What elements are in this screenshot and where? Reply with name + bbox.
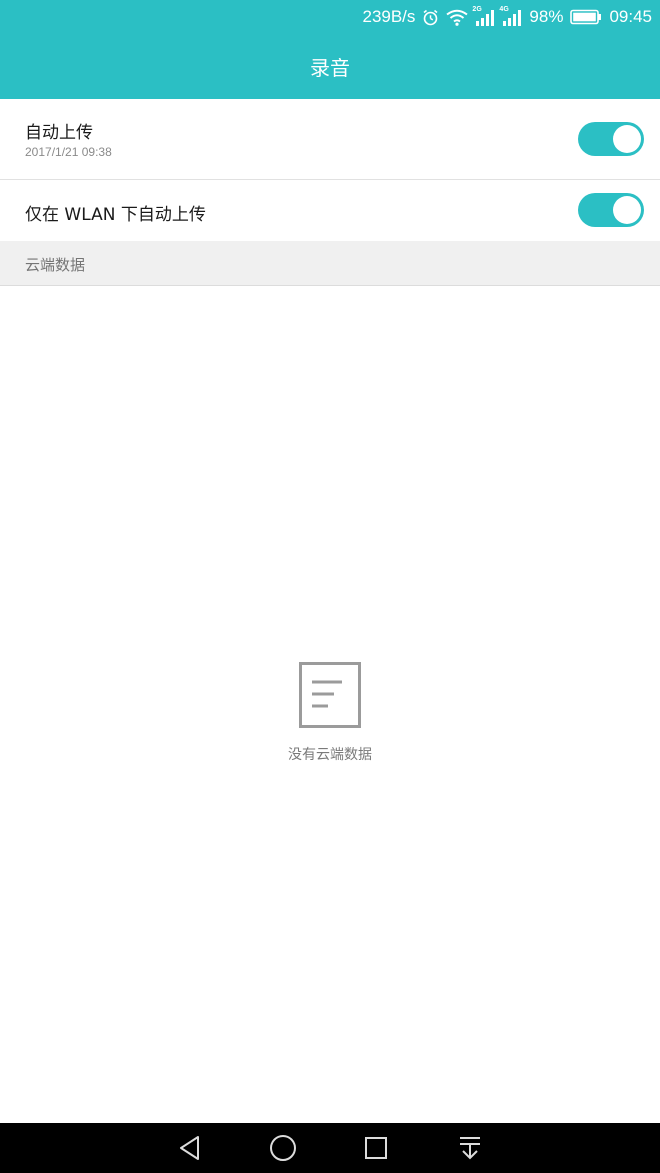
battery-icon: [570, 9, 602, 25]
recents-icon[interactable]: [361, 1133, 391, 1163]
network-4g-tag: 4G: [499, 5, 509, 13]
last-upload-time: 2017/1/21 09:38: [25, 145, 112, 159]
page-title: 录音: [310, 56, 350, 80]
alarm-icon: [422, 9, 439, 26]
auto-upload-row[interactable]: 自动上传 2017/1/21 09:38: [0, 99, 660, 180]
notification-pull-icon[interactable]: [455, 1133, 485, 1163]
wlan-only-toggle[interactable]: [578, 193, 644, 227]
net-speed: 239B/s: [362, 7, 416, 26]
network-2g-tag: 2G: [472, 5, 482, 13]
navigation-bar: [0, 1123, 660, 1173]
section-header-label: 云端数据: [25, 256, 86, 274]
status-bar: 239B/s 2G 4G 98% 09:45: [0, 0, 660, 34]
signal-icon-2g: 2G: [472, 5, 495, 26]
auto-upload-toggle[interactable]: [578, 122, 644, 156]
home-icon[interactable]: [268, 1133, 298, 1163]
status-icons: 239B/s 2G 4G 98% 09:45: [362, 0, 652, 34]
wlan-only-label: 仅在 WLAN 下自动上传: [25, 205, 206, 225]
toggle-knob: [613, 196, 641, 224]
signal-icon-4g: 4G: [499, 5, 522, 26]
empty-state-text: 没有云端数据: [288, 747, 372, 763]
title-bar: 录音: [0, 34, 660, 99]
auto-upload-label: 自动上传: [25, 123, 93, 143]
cloud-data-section-header: 云端数据: [0, 241, 660, 286]
toggle-knob: [613, 125, 641, 153]
wlan-only-row[interactable]: 仅在 WLAN 下自动上传: [0, 181, 660, 241]
document-icon: [299, 662, 361, 732]
battery-percent: 98%: [529, 7, 564, 26]
screen: 239B/s 2G 4G 98% 09:45 录音 自动上传 2017/1/21…: [0, 0, 660, 1173]
wifi-icon: [446, 9, 469, 26]
clock: 09:45: [609, 7, 652, 26]
back-icon[interactable]: [175, 1133, 205, 1163]
